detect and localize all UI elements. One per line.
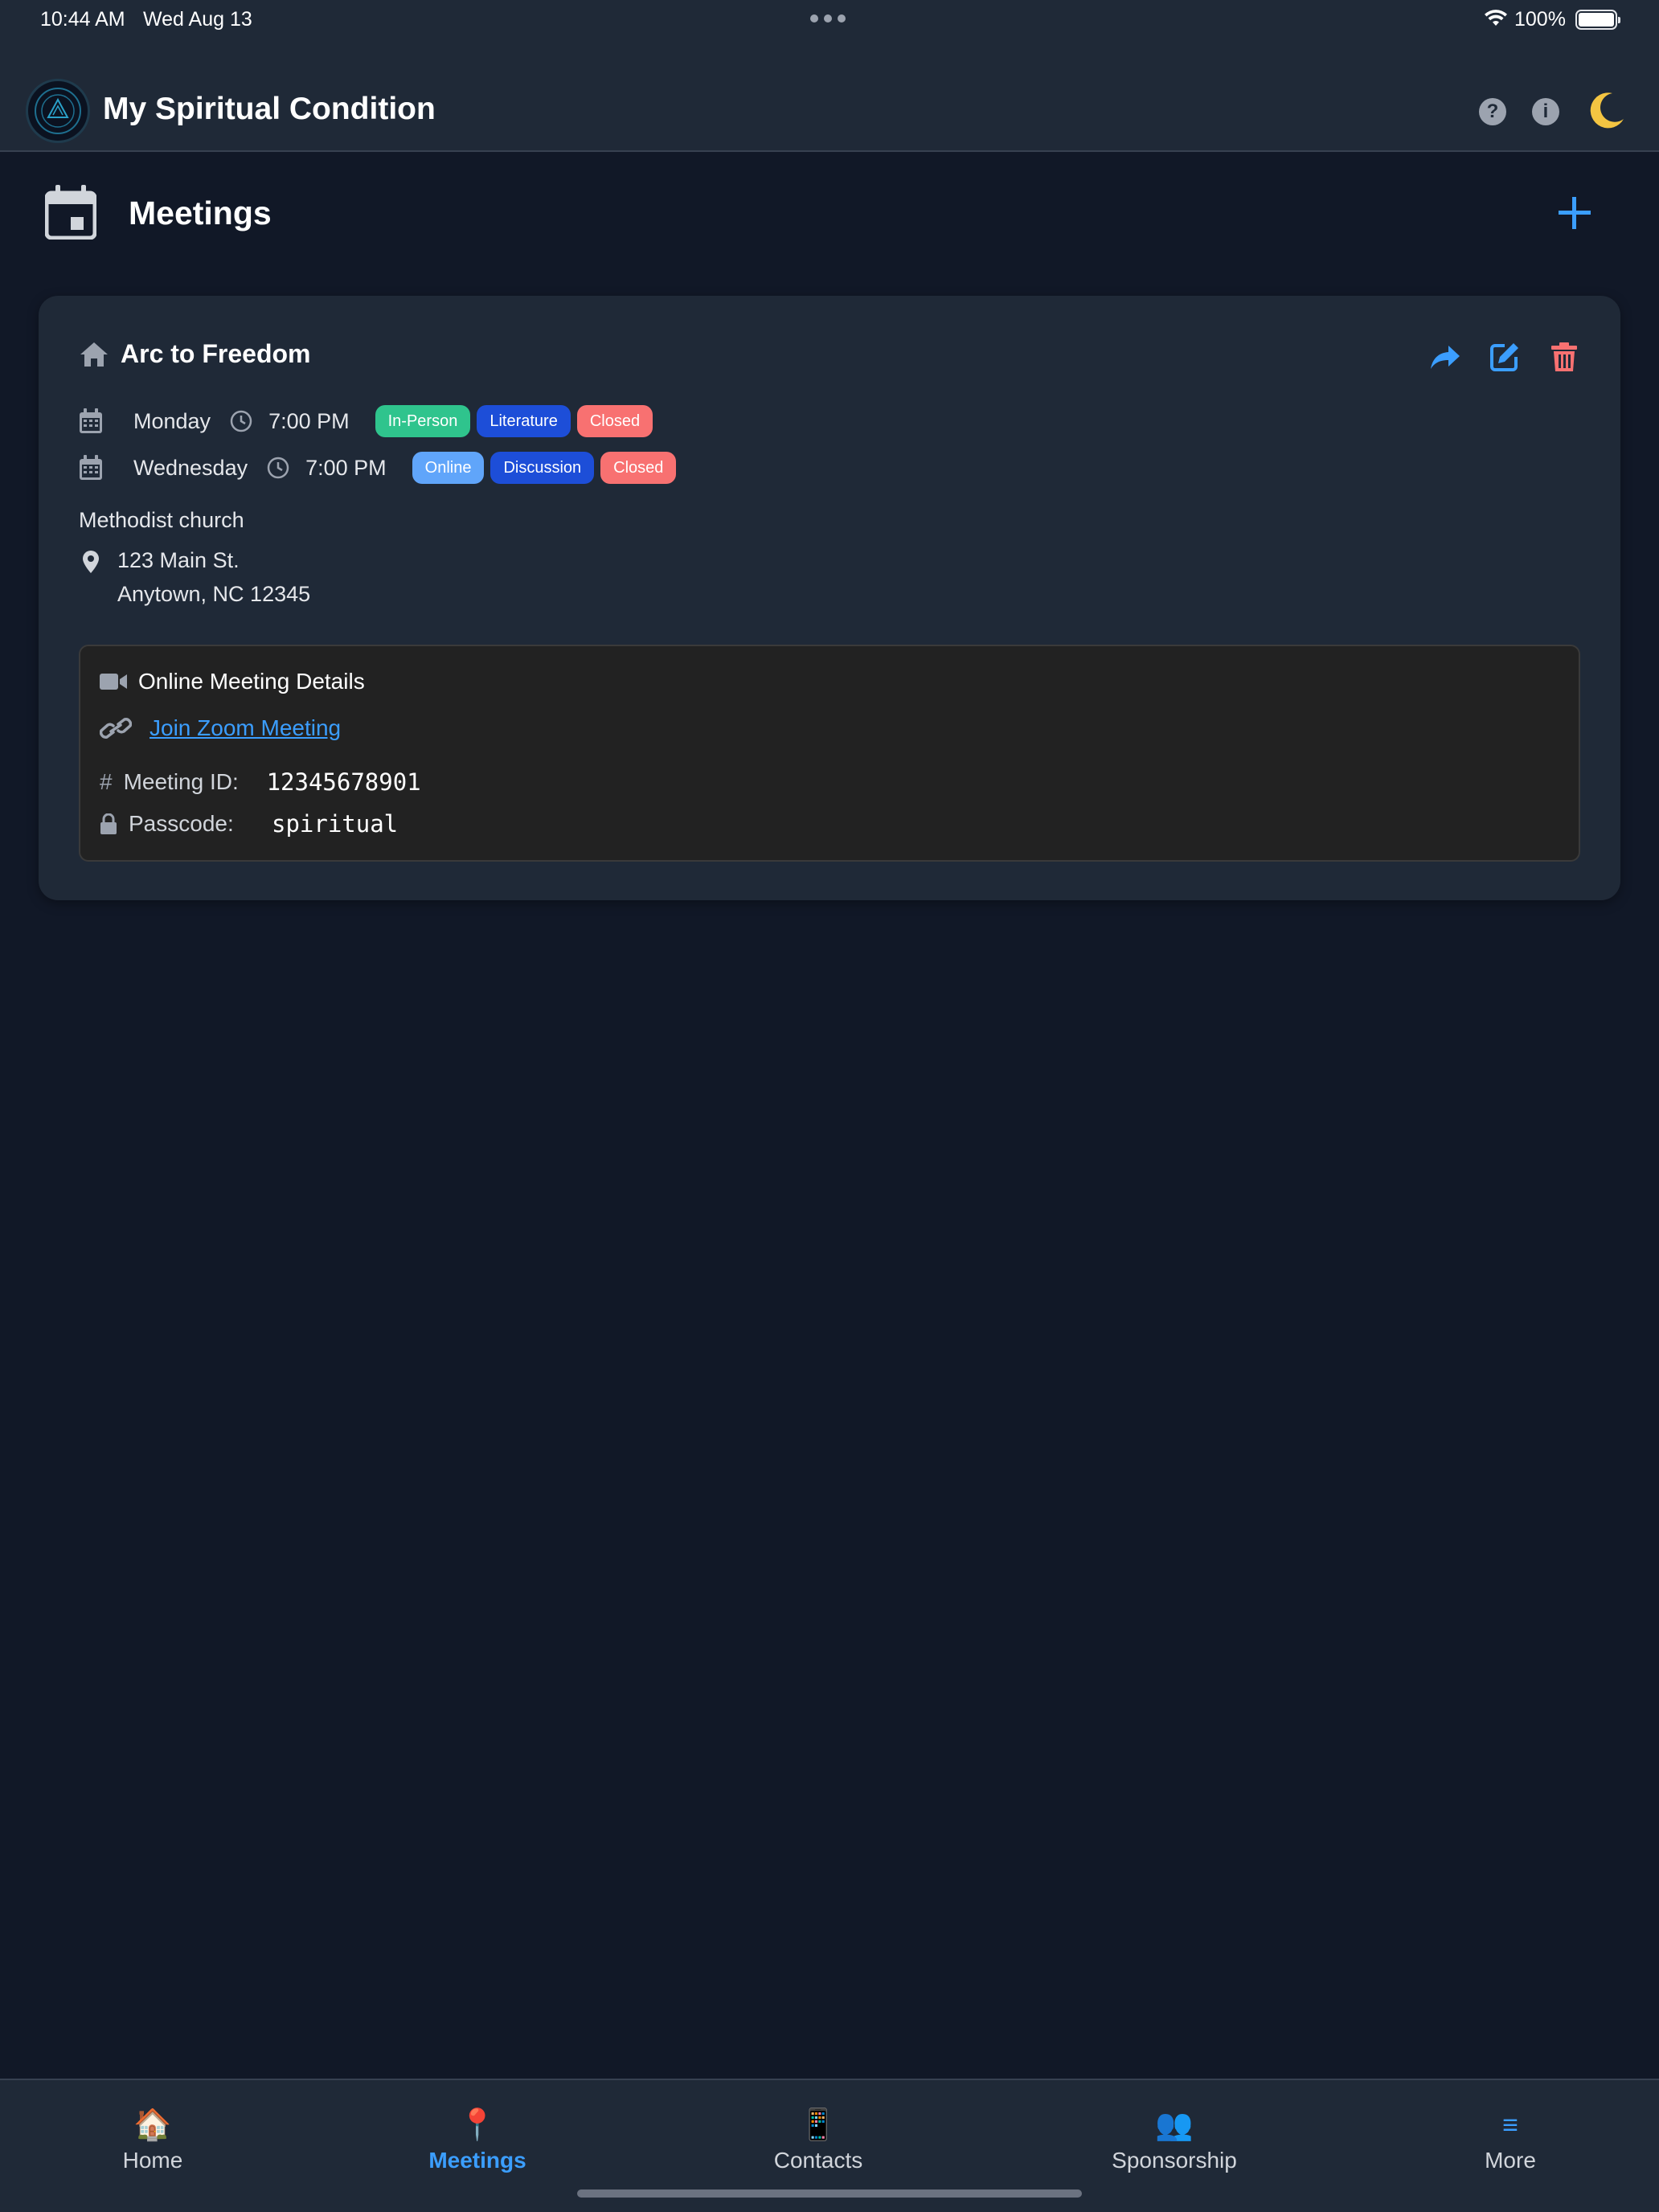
info-icon[interactable]: i bbox=[1532, 98, 1559, 125]
battery-icon bbox=[1575, 10, 1620, 30]
tab-more-label: More bbox=[1485, 2148, 1536, 2173]
meeting-actions bbox=[1429, 341, 1580, 373]
moon-icon[interactable] bbox=[1582, 87, 1630, 135]
schedule-row: Wednesday 7:00 PM Online Discussion Clos… bbox=[79, 450, 682, 485]
tab-contacts-label: Contacts bbox=[773, 2148, 863, 2173]
multitasking-dots-icon[interactable] bbox=[810, 14, 846, 23]
delete-button[interactable] bbox=[1548, 341, 1580, 373]
tab-sponsorship[interactable]: 👥 Sponsorship bbox=[1106, 2108, 1243, 2173]
page-header: Meetings bbox=[0, 153, 1659, 273]
access-badge: Closed bbox=[576, 405, 653, 437]
address-line-1: 123 Main St. bbox=[117, 548, 240, 572]
status-bar: 10:44 AM Wed Aug 13 100% bbox=[0, 0, 1659, 39]
status-time: 10:44 AM bbox=[40, 8, 125, 31]
format-badge: In-Person bbox=[375, 405, 471, 437]
menu-icon: ≡ bbox=[1502, 2110, 1518, 2140]
tab-more[interactable]: ≡ More bbox=[1474, 2108, 1546, 2173]
meeting-card: Arc to Freedom Monday 7:00 PM In-Person … bbox=[39, 296, 1620, 900]
clock-icon bbox=[267, 457, 289, 479]
home-icon bbox=[80, 342, 108, 367]
tab-contacts[interactable]: 📱 Contacts bbox=[764, 2108, 873, 2173]
tab-home-label: Home bbox=[122, 2148, 183, 2173]
tab-sponsorship-label: Sponsorship bbox=[1112, 2148, 1237, 2173]
hash-icon: # bbox=[100, 769, 113, 794]
logo-emblem-icon bbox=[35, 88, 81, 134]
meeting-day: Wednesday bbox=[133, 455, 248, 480]
meeting-name: Arc to Freedom bbox=[121, 339, 311, 368]
schedule-row: Monday 7:00 PM In-Person Literature Clos… bbox=[79, 403, 659, 439]
online-details-heading: Online Meeting Details bbox=[100, 669, 365, 694]
tab-home[interactable]: 🏠 Home bbox=[113, 2108, 193, 2173]
format-badge: Online bbox=[412, 452, 485, 484]
help-icon[interactable]: ? bbox=[1479, 98, 1506, 125]
meeting-day: Monday bbox=[133, 408, 211, 433]
wifi-icon bbox=[1485, 10, 1507, 26]
meeting-id-value: 12345678901 bbox=[266, 768, 421, 796]
meeting-time: 7:00 PM bbox=[268, 408, 350, 433]
calendar-icon bbox=[80, 408, 102, 433]
video-camera-icon bbox=[100, 674, 127, 690]
access-badge: Closed bbox=[600, 452, 677, 484]
meeting-time: 7:00 PM bbox=[305, 455, 387, 480]
pin-icon: 📍 bbox=[458, 2108, 497, 2142]
clock-icon bbox=[230, 410, 252, 432]
app-title: My Spiritual Condition bbox=[103, 92, 436, 126]
type-badge: Literature bbox=[477, 405, 571, 437]
online-details-title: Online Meeting Details bbox=[138, 669, 365, 694]
battery-percent: 100% bbox=[1514, 8, 1566, 31]
lock-icon bbox=[100, 813, 117, 834]
map-pin-icon bbox=[83, 551, 99, 573]
address-line-2: Anytown, NC 12345 bbox=[117, 582, 311, 606]
add-meeting-button[interactable] bbox=[1555, 193, 1595, 233]
passcode-label: Passcode: bbox=[129, 811, 234, 836]
calendar-icon bbox=[45, 185, 96, 240]
calendar-icon bbox=[80, 455, 102, 480]
location-name: Methodist church bbox=[79, 508, 244, 532]
zoom-link-row: Join Zoom Meeting bbox=[100, 715, 341, 741]
link-icon bbox=[100, 718, 132, 739]
app-logo bbox=[26, 79, 90, 143]
share-button[interactable] bbox=[1429, 341, 1461, 373]
people-icon: 👥 bbox=[1155, 2108, 1194, 2142]
passcode-row: Passcode: spiritual bbox=[100, 810, 398, 838]
meeting-id-label: Meeting ID: bbox=[123, 769, 239, 794]
home-indicator[interactable] bbox=[577, 2189, 1082, 2198]
page-title: Meetings bbox=[129, 195, 272, 231]
type-badge: Discussion bbox=[490, 452, 595, 484]
house-icon: 🏠 bbox=[133, 2108, 172, 2142]
join-zoom-link[interactable]: Join Zoom Meeting bbox=[150, 715, 341, 741]
passcode-value: spiritual bbox=[272, 810, 399, 838]
edit-button[interactable] bbox=[1489, 341, 1521, 373]
tab-meetings[interactable]: 📍 Meetings bbox=[421, 2108, 534, 2173]
meeting-title-row: Arc to Freedom bbox=[79, 339, 310, 369]
app-header: My Spiritual Condition ? i bbox=[0, 39, 1659, 152]
online-meeting-details: Online Meeting Details Join Zoom Meeting… bbox=[79, 645, 1580, 862]
tab-meetings-label: Meetings bbox=[428, 2148, 526, 2173]
meeting-id-row: # Meeting ID: 12345678901 bbox=[100, 768, 421, 796]
phone-icon: 📱 bbox=[799, 2108, 838, 2142]
status-date: Wed Aug 13 bbox=[143, 8, 252, 31]
